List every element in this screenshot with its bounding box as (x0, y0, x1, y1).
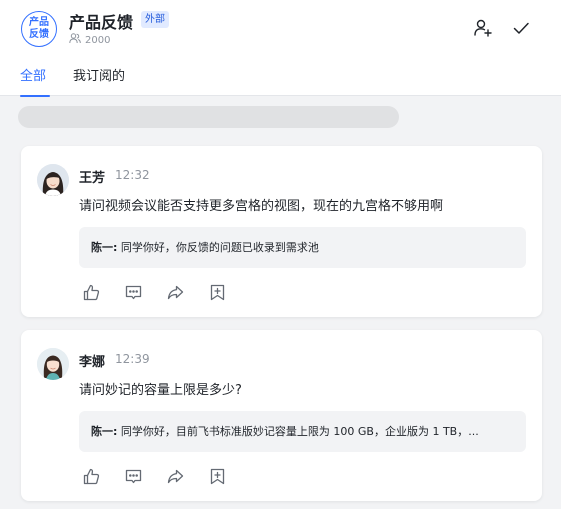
member-count: 2000 (69, 33, 110, 47)
post-question: 请问视频会议能否支持更多宫格的视图，现在的九宫格不够用啊 (79, 199, 444, 214)
tab-all[interactable]: 全部 (20, 65, 46, 84)
post-actions (83, 468, 226, 485)
share-icon[interactable] (167, 284, 184, 301)
avatar (37, 164, 69, 196)
member-count-value: 2000 (85, 34, 111, 46)
loading-placeholder (18, 106, 399, 128)
group-title: 产品反馈 (69, 13, 134, 32)
share-icon[interactable] (167, 468, 184, 485)
post-actions (83, 284, 226, 301)
reply-preview[interactable]: 陈一: 同学你好，你反馈的问题已收录到需求池 (79, 227, 526, 268)
group-header: 产品 反馈 产品反馈 外部 2000 全部 我订阅的 (0, 0, 561, 97)
tab-subscribed[interactable]: 我订阅的 (73, 65, 125, 84)
post-card[interactable]: 李娜 12:39 请问妙记的容量上限是多少? 陈一: 同学你好，目前飞书标准版妙… (21, 330, 542, 501)
active-tab-indicator (20, 95, 50, 97)
author-name: 李娜 (79, 355, 106, 370)
reply-text: 同学你好，你反馈的问题已收录到需求池 (120, 241, 319, 254)
author-name: 王芳 (79, 171, 106, 186)
bookmark-icon[interactable] (209, 468, 226, 485)
reply-preview[interactable]: 陈一: 同学你好，目前飞书标准版妙记容量上限为 100 GB，企业版为 1 TB… (79, 411, 526, 452)
tab-bar: 全部 我订阅的 (0, 64, 561, 97)
post-card[interactable]: 王芳 12:32 请问视频会议能否支持更多宫格的视图，现在的九宫格不够用啊 陈一… (21, 146, 542, 317)
members-icon (69, 33, 81, 47)
comment-icon[interactable] (125, 468, 142, 485)
like-icon[interactable] (83, 468, 100, 485)
check-icon[interactable] (511, 18, 531, 38)
post-question: 请问妙记的容量上限是多少? (79, 383, 242, 398)
comment-icon[interactable] (125, 284, 142, 301)
add-member-icon[interactable] (473, 18, 493, 38)
bookmark-icon[interactable] (209, 284, 226, 301)
group-logo: 产品 反馈 (21, 11, 57, 47)
reply-author: 陈一: (91, 425, 118, 438)
reply-text: 同学你好，目前飞书标准版妙记容量上限为 100 GB，企业版为 1 TB，... (120, 425, 479, 438)
external-badge: 外部 (141, 11, 169, 28)
like-icon[interactable] (83, 284, 100, 301)
logo-line-2: 反馈 (29, 29, 49, 40)
reply-author: 陈一: (91, 241, 118, 254)
avatar (37, 348, 69, 380)
post-time: 12:32 (115, 168, 150, 182)
post-time: 12:39 (115, 352, 150, 366)
logo-line-1: 产品 (29, 17, 49, 28)
